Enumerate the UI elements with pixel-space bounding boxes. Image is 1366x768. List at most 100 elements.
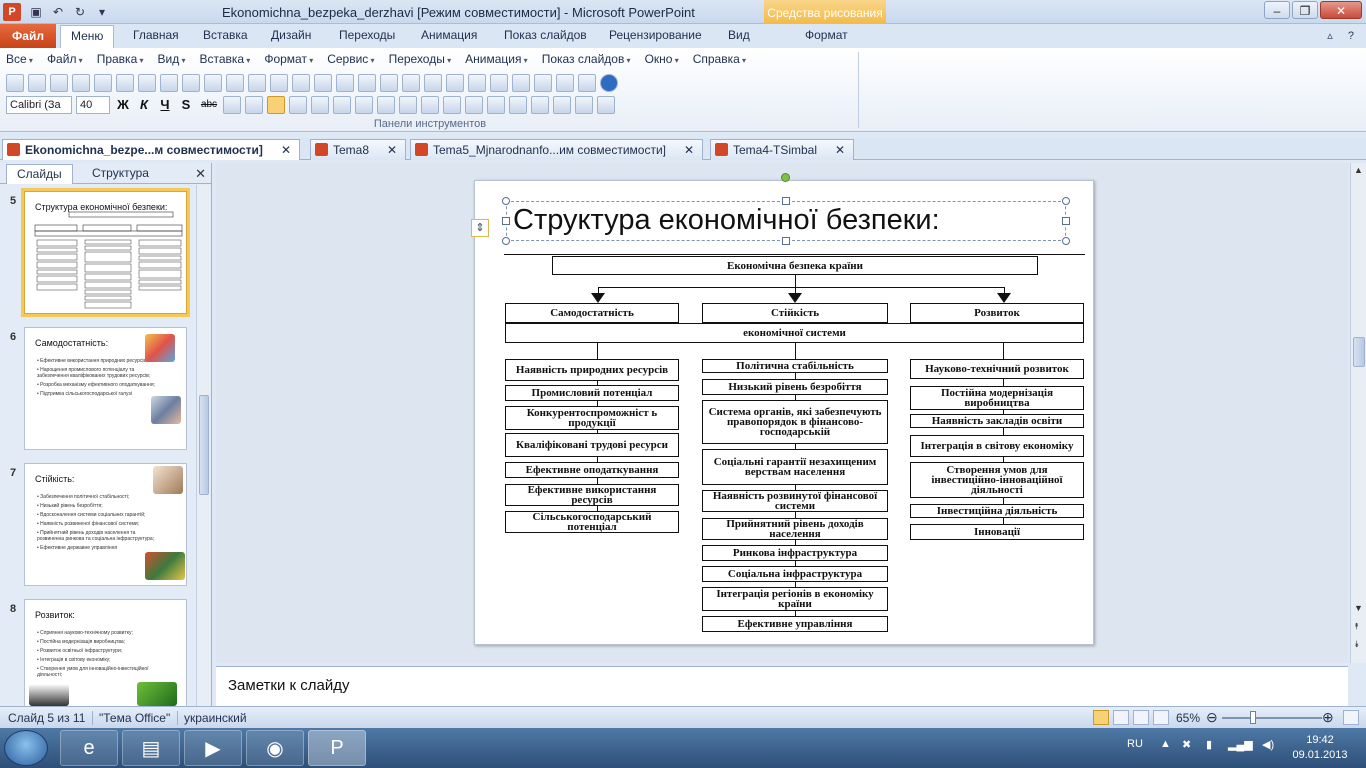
underline-button[interactable]: Ч [156,96,174,114]
tab-design[interactable]: Дизайн [271,28,311,42]
line-color-icon[interactable] [575,96,593,114]
format-painter-icon[interactable] [270,74,288,92]
start-button[interactable] [4,730,48,766]
thumbnail-preview[interactable]: Самодостатність: Ефективне використання … [24,327,187,450]
show-hidden-icons-icon[interactable]: ▲ [1160,738,1171,750]
menu-format[interactable]: Формат [264,52,313,66]
title-placeholder[interactable]: Структура економічної безпеки: [506,201,1066,241]
resize-handle[interactable] [1062,237,1070,245]
menu-view[interactable]: Вид [158,52,186,66]
close-pane-icon[interactable]: ✕ [195,166,206,182]
prev-slide-icon[interactable]: ⯭ [1354,621,1359,632]
ribbon-help-icons[interactable]: ▵ ? [1327,29,1360,42]
fill-color-icon[interactable] [553,96,571,114]
autofit-options-icon[interactable]: ⇕ [471,219,489,237]
numbering-icon[interactable] [421,96,439,114]
slide-title[interactable]: Структура економічної безпеки: [513,204,940,237]
next-slide-icon[interactable]: ⯯ [1354,639,1359,650]
tab-menu[interactable]: Меню [60,25,115,48]
scrollbar-thumb[interactable] [1353,337,1365,367]
insert-picture-icon[interactable] [380,74,398,92]
font-size-combo[interactable]: 40 [76,96,110,114]
menu-edit[interactable]: Правка [97,52,144,66]
doc-tab-tema4[interactable]: Tema4-TSimbal ✕ [710,139,855,160]
slide-canvas[interactable]: Структура економічної безпеки: ⇕ Економі… [471,173,1094,645]
justify-icon[interactable] [333,96,351,114]
font-name-combo[interactable]: Calibri (За [6,96,72,114]
italic-button[interactable]: К [135,96,153,114]
battery-icon[interactable]: ▮ [1206,738,1212,751]
scroll-up-icon[interactable]: ▲ [1354,165,1363,175]
open-icon[interactable] [28,74,46,92]
tab-animation[interactable]: Анимация [421,28,477,42]
file-explorer-icon[interactable]: ▤ [122,730,180,766]
thumbnail-preview[interactable]: Стійкість: Забезпечення політичної стабі… [24,463,187,586]
cut-icon[interactable] [204,74,222,92]
notes-pane[interactable]: Заметки к слайду [216,666,1348,706]
insert-chart-icon[interactable] [336,74,354,92]
thumbnail-preview[interactable]: Структура економічної безпеки: [21,188,190,317]
thumbnail-preview[interactable]: Розвиток: Сприяння науково-технічному ро… [24,599,187,708]
doc-tab-ekonomichna[interactable]: Ekonomichna_bezpe...м совместимости] ✕ [2,139,300,160]
scroll-down-icon[interactable]: ▼ [1354,603,1363,613]
insert-table-icon[interactable] [358,74,376,92]
save-icon[interactable] [50,74,68,92]
zoom-out-icon[interactable]: ⊖ [1206,709,1218,726]
redo-icon[interactable]: ↻ [72,4,88,20]
clear-formatting-icon[interactable] [509,96,527,114]
align-right-icon[interactable] [311,96,329,114]
tab-review[interactable]: Рецензирование [609,28,702,42]
new-icon[interactable] [6,74,24,92]
doc-tab-tema8[interactable]: Tema8 ✕ [310,139,407,160]
undo-icon[interactable]: ↶ [50,4,66,20]
permission-icon[interactable] [72,74,90,92]
save-icon[interactable]: ▣ [28,4,44,20]
bold-button[interactable]: Ж [114,96,132,114]
close-tab-icon[interactable]: ✕ [387,143,397,157]
print-icon[interactable] [116,74,134,92]
menu-animation[interactable]: Анимация [465,52,528,66]
signal-icon[interactable]: ▂▄▆ [1228,738,1253,751]
media-player-icon[interactable]: ▶ [184,730,242,766]
expand-all-icon[interactable] [534,74,552,92]
vertical-scrollbar[interactable]: ▲ ▼ ⯭ ⯯ [1350,163,1366,663]
minimize-button[interactable]: – [1264,1,1290,19]
reading-view-button[interactable] [1133,710,1149,725]
menu-window[interactable]: Окно [645,52,679,66]
increase-font-icon[interactable] [443,96,461,114]
email-icon[interactable] [94,74,112,92]
network-icon[interactable]: ✖ [1182,738,1191,751]
slide-sorter-view-button[interactable] [1113,710,1129,725]
zoom-in-icon[interactable]: ⊕ [1322,709,1334,726]
copy-icon[interactable] [226,74,244,92]
columns-icon[interactable] [355,96,373,114]
align-center-icon[interactable] [289,96,307,114]
close-tab-icon[interactable]: ✕ [684,143,694,157]
customize-qat-icon[interactable]: ▾ [94,4,110,20]
slide-design-icon[interactable] [512,74,530,92]
slides-pane-scrollbar[interactable] [196,185,210,707]
new-slide-icon[interactable] [446,74,464,92]
shape-effects-icon[interactable] [597,96,615,114]
close-tab-icon[interactable]: ✕ [835,143,845,157]
paste-icon[interactable] [248,74,266,92]
resize-handle[interactable] [1062,217,1070,225]
resize-handle[interactable] [782,197,790,205]
zoom-icon[interactable] [578,74,596,92]
restore-button[interactable]: ❐ [1292,1,1318,19]
resize-handle[interactable] [502,197,510,205]
menu-help[interactable]: Справка [693,52,746,66]
insert-smartart-icon[interactable] [402,74,420,92]
tab-format[interactable]: Формат [805,28,848,42]
zoom-slider-knob[interactable] [1250,711,1256,724]
volume-icon[interactable]: ◀) [1262,738,1274,751]
fit-to-window-button[interactable] [1343,710,1359,725]
menu-insert[interactable]: Вставка [199,52,250,66]
tab-file[interactable]: Файл [0,24,56,48]
menu-all[interactable]: Все [6,52,33,66]
print-preview-icon[interactable] [138,74,156,92]
chrome-icon[interactable]: ◉ [246,730,304,766]
resize-handle[interactable] [502,217,510,225]
tab-outline[interactable]: Структура [82,164,159,184]
char-spacing-icon[interactable] [223,96,241,114]
